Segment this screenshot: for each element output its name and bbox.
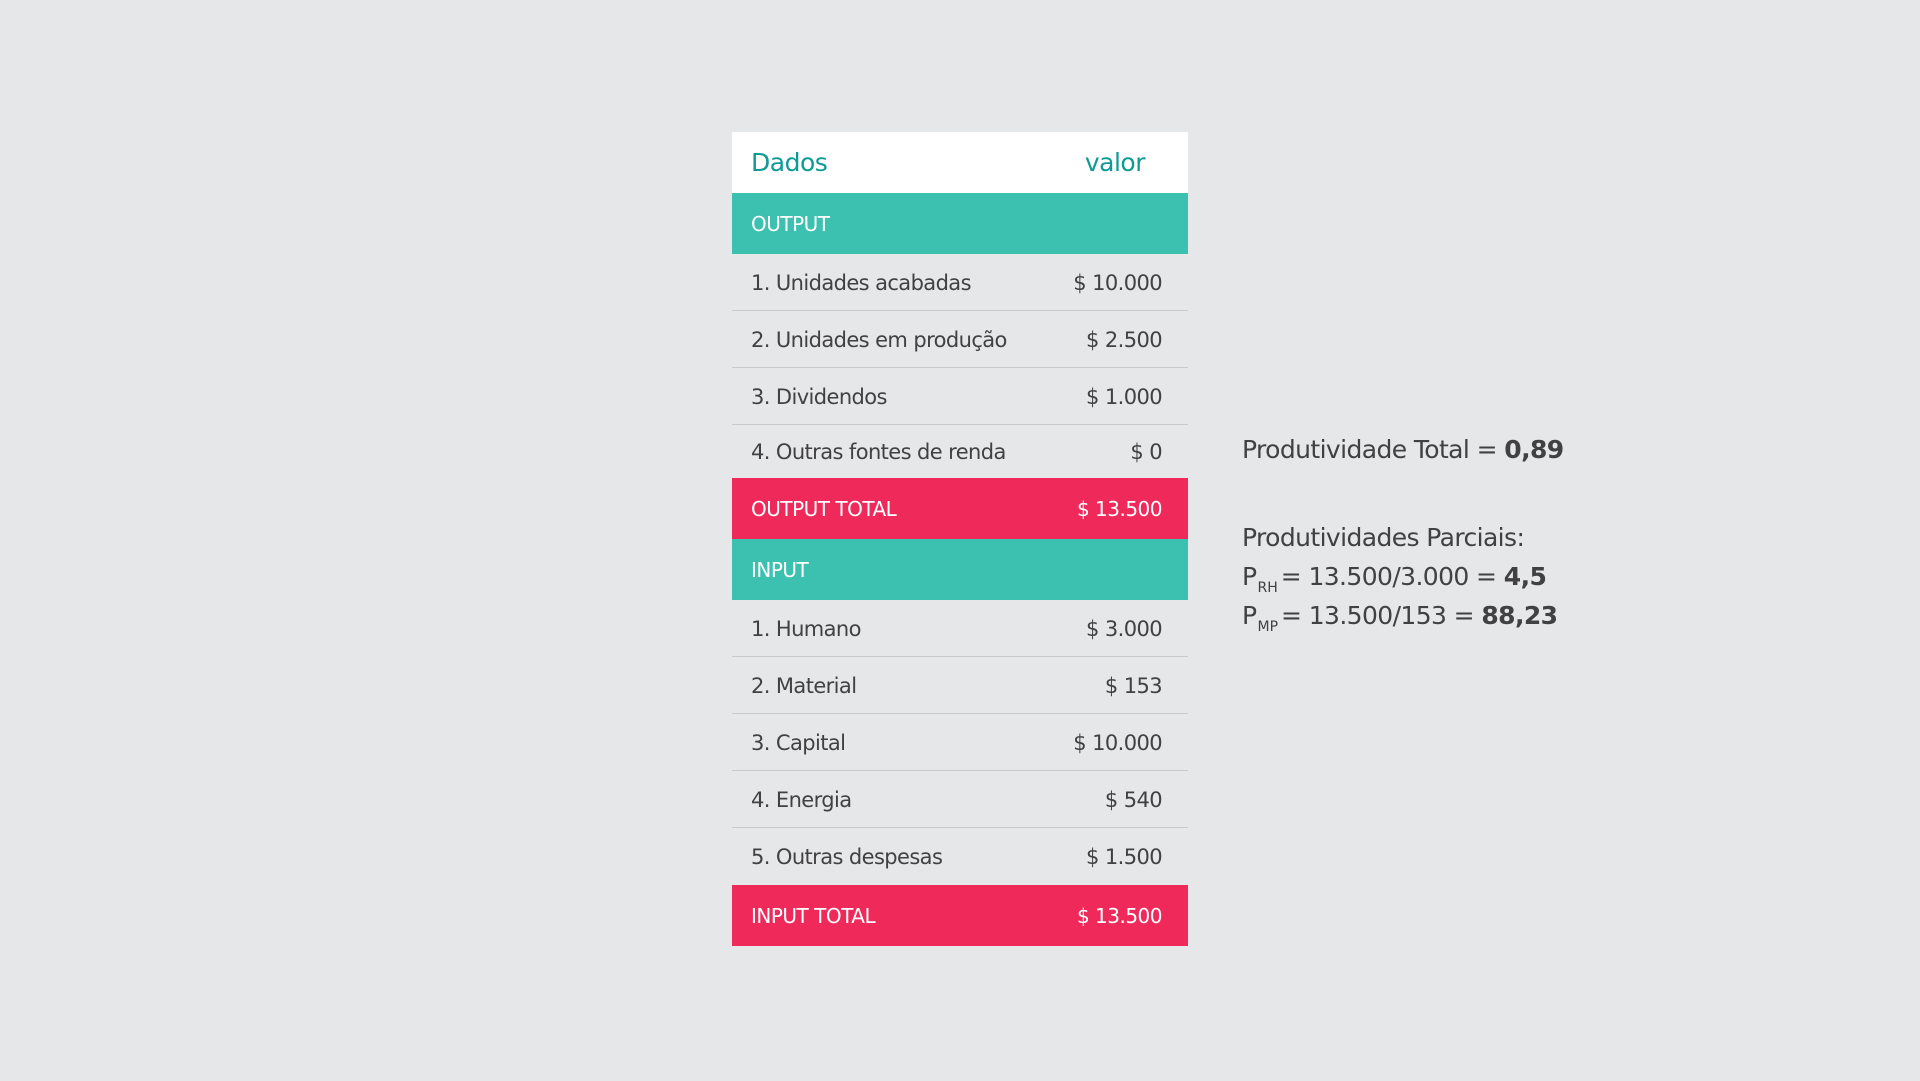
row-value: $ 540 — [1104, 787, 1163, 812]
pmp-p: P — [1242, 601, 1257, 630]
prh-expression: = 13.500/3.000 = — [1280, 562, 1497, 591]
row-label: 2. Material — [751, 673, 857, 698]
input-section-label: INPUT — [751, 557, 809, 582]
pmp-formula: PMP = 13.500/153 = 88,23 — [1242, 601, 1558, 635]
input-total-row: INPUT TOTAL $ 13.500 — [732, 885, 1188, 946]
table-row: 2. Unidades em produção $ 2.500 — [732, 311, 1188, 368]
header-valor: valor — [1084, 148, 1146, 177]
output-section-header: OUTPUT — [732, 193, 1188, 254]
row-label: 3. Dividendos — [751, 384, 887, 409]
table-header: Dados valor — [732, 132, 1188, 193]
row-value: $ 1.500 — [1086, 844, 1163, 869]
row-label: 4. Energia — [751, 787, 852, 812]
table-row: 1. Humano $ 3.000 — [732, 600, 1188, 657]
row-label: 4. Outras fontes de renda — [751, 439, 1006, 464]
partial-productivity-title: Produtividades Parciais: — [1242, 523, 1525, 552]
output-total-value: $ 13.500 — [1076, 496, 1163, 521]
input-total-value: $ 13.500 — [1076, 903, 1163, 928]
row-value: $ 2.500 — [1086, 327, 1163, 352]
input-section-header: INPUT — [732, 539, 1188, 600]
prh-p: P — [1242, 562, 1257, 591]
output-total-label: OUTPUT TOTAL — [751, 496, 897, 521]
row-value: $ 3.000 — [1086, 616, 1163, 641]
row-label: 2. Unidades em produção — [751, 327, 1007, 352]
row-label: 3. Capital — [751, 730, 846, 755]
table-row: 3. Dividendos $ 1.000 — [732, 368, 1188, 425]
output-total-row: OUTPUT TOTAL $ 13.500 — [732, 478, 1188, 539]
row-value: $ 153 — [1104, 673, 1163, 698]
table-row: 4. Energia $ 540 — [732, 771, 1188, 828]
row-value: $ 10.000 — [1073, 730, 1162, 755]
input-total-label: INPUT TOTAL — [751, 903, 876, 928]
prh-formula: PRH = 13.500/3.000 = 4,5 — [1242, 562, 1547, 596]
table-row: 1. Unidades acabadas $ 10.000 — [732, 254, 1188, 311]
total-productivity-value: 0,89 — [1504, 435, 1564, 464]
output-section-label: OUTPUT — [751, 211, 830, 236]
pmp-subscript: MP — [1257, 619, 1279, 635]
row-label: 1. Unidades acabadas — [751, 270, 972, 295]
total-productivity-label: Produtividade Total = — [1242, 435, 1498, 464]
total-productivity: Produtividade Total = 0,89 — [1242, 435, 1564, 464]
row-label: 1. Humano — [751, 616, 862, 641]
prh-subscript: RH — [1257, 580, 1278, 596]
row-value: $ 10.000 — [1073, 270, 1162, 295]
header-dados: Dados — [751, 148, 828, 177]
table-row: 3. Capital $ 10.000 — [732, 714, 1188, 771]
table-row: 4. Outras fontes de renda $ 0 — [732, 425, 1188, 478]
row-value: $ 1.000 — [1086, 384, 1163, 409]
prh-result: 4,5 — [1503, 562, 1547, 591]
pmp-expression: = 13.500/153 = — [1281, 601, 1475, 630]
row-value: $ 0 — [1130, 439, 1162, 464]
productivity-table: Dados valor OUTPUT 1. Unidades acabadas … — [732, 132, 1188, 946]
row-label: 5. Outras despesas — [751, 844, 943, 869]
table-row: 5. Outras despesas $ 1.500 — [732, 828, 1188, 885]
pmp-result: 88,23 — [1481, 601, 1558, 630]
table-row: 2. Material $ 153 — [732, 657, 1188, 714]
